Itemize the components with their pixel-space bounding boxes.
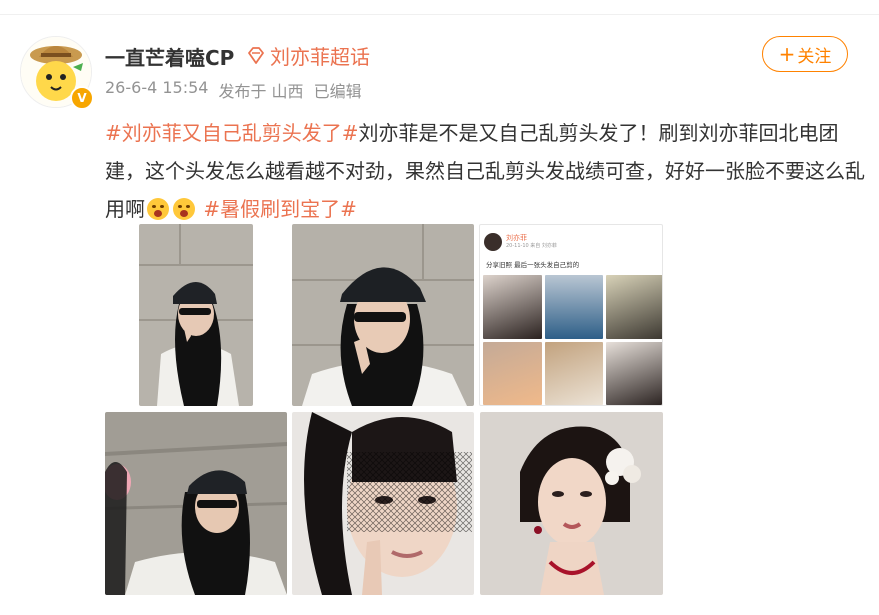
verified-badge-icon: V	[70, 86, 94, 110]
post-image-6[interactable]	[480, 412, 663, 595]
embedded-username: 刘亦菲	[506, 234, 527, 242]
embedded-thumb	[544, 341, 604, 405]
diamond-icon	[248, 46, 264, 64]
post-time[interactable]: 26-6-4 15:54	[105, 78, 208, 102]
embedded-post-header: 刘亦菲 20-11-10 来自 刘亦菲	[484, 233, 557, 251]
embedded-meta: 20-11-10 来自 刘亦菲	[506, 243, 557, 249]
post-source: 发布于 山西	[218, 82, 304, 101]
haha-emoji-icon	[147, 198, 169, 220]
plus-icon: +	[778, 42, 796, 66]
edited-label[interactable]: 已编辑	[314, 78, 362, 102]
embedded-text: 分享旧照 最后一张头发自己剪的	[486, 261, 580, 269]
embedded-thumb	[606, 275, 662, 339]
post-image-1[interactable]	[139, 224, 253, 406]
post-meta: 26-6-4 15:54 发布于 山西 已编辑	[105, 78, 362, 102]
embedded-thumb	[483, 341, 542, 405]
post-image-3[interactable]: 刘亦菲 20-11-10 来自 刘亦菲 分享旧照 最后一张头发自己剪的	[479, 224, 663, 406]
follow-button[interactable]: + 关注	[762, 36, 848, 72]
post-image-4[interactable]	[105, 412, 287, 595]
supertopic-link[interactable]: 刘亦菲超话	[245, 41, 370, 70]
avatar[interactable]: V	[20, 36, 94, 110]
hashtag-link[interactable]: #暑假刷到宝了#	[203, 197, 357, 221]
haha-emoji-icon	[173, 198, 195, 220]
post-image-2[interactable]	[292, 224, 474, 406]
username[interactable]: 一直芒着嗑CP	[105, 42, 234, 71]
post-text: #刘亦菲又自己乱剪头发了#刘亦菲是不是又自己乱剪头发了！刷到刘亦菲回北电团建，这…	[105, 114, 865, 228]
embedded-thumb	[606, 341, 662, 405]
embedded-thumb	[483, 275, 542, 339]
embedded-thumb	[544, 275, 604, 339]
post-image-5[interactable]	[292, 412, 474, 595]
top-divider	[0, 14, 879, 15]
embedded-image-grid	[483, 275, 662, 405]
embedded-avatar	[484, 233, 502, 251]
hashtag-link[interactable]: #刘亦菲又自己乱剪头发了#	[105, 121, 359, 145]
supertopic-label: 刘亦菲超话	[270, 45, 370, 69]
follow-label: 关注	[797, 46, 832, 67]
